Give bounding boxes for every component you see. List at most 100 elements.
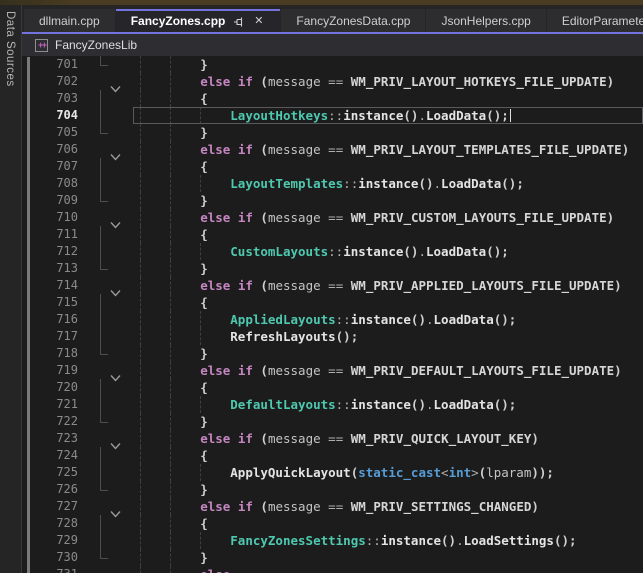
code-text: else if (message == WM_PRIV_LAYOUT_TEMPL…	[133, 141, 643, 158]
code-line[interactable]: 709}	[0, 192, 643, 209]
code-line[interactable]: 725ApplyQuickLayout(static_cast<int>(lpa…	[0, 464, 643, 481]
code-line[interactable]: 710else if (message == WM_PRIV_CUSTOM_LA…	[0, 209, 643, 226]
line-number: 703	[28, 90, 78, 107]
indent-guide	[140, 243, 170, 260]
code-line[interactable]: 723else if (message == WM_PRIV_QUICK_LAY…	[0, 430, 643, 447]
indent-guide	[140, 277, 170, 294]
code-text: else if (message == WM_PRIV_CUSTOM_LAYOU…	[133, 209, 643, 226]
indent-guide	[170, 447, 200, 464]
code-line[interactable]: 701}	[0, 56, 643, 73]
close-icon[interactable]: ✕	[252, 15, 265, 28]
line-number: 727	[28, 498, 78, 515]
indent-guide	[140, 413, 170, 430]
indent-guide	[200, 243, 230, 260]
tab-jsonhelpers-cpp[interactable]: JsonHelpers.cpp	[426, 9, 545, 32]
code-line[interactable]: 714 else if (message == WM_PRIV_APPLIED_L…	[0, 277, 643, 294]
code-text: else if (message == WM_PRIV_APPLIED_LAYO…	[133, 277, 643, 294]
line-number: 702	[28, 73, 78, 90]
indent-guide	[140, 447, 170, 464]
breadcrumb-project[interactable]: FancyZonesLib	[55, 38, 137, 52]
indent-guide	[140, 430, 170, 447]
code-line[interactable]: 711{	[0, 226, 643, 243]
code-line[interactable]: 729FancyZonesSettings::instance().LoadSe…	[0, 532, 643, 549]
code-text: {	[133, 294, 643, 311]
code-line[interactable]: 726}	[0, 481, 643, 498]
code-line[interactable]: 713}	[0, 260, 643, 277]
indent-guide	[170, 294, 200, 311]
pin-icon[interactable]	[232, 15, 245, 28]
code-text: {	[133, 515, 643, 532]
code-line[interactable]: 702else if (message == WM_PRIV_LAYOUT_HO…	[0, 73, 643, 90]
indent-guide	[170, 481, 200, 498]
code-line[interactable]: 717RefreshLayouts();	[0, 328, 643, 345]
indent-guide	[140, 175, 170, 192]
code-editor[interactable]: 701}702else if (message == WM_PRIV_LAYOU…	[0, 56, 643, 573]
outline-guide	[100, 396, 101, 413]
fold-chevron-icon[interactable]	[110, 435, 122, 443]
code-line[interactable]: 703{	[0, 90, 643, 107]
fold-chevron-icon[interactable]	[110, 214, 122, 222]
fold-chevron-icon[interactable]	[110, 146, 122, 154]
indent-guide	[170, 532, 200, 549]
code-line[interactable]: 722}	[0, 413, 643, 430]
indent-guide	[170, 413, 200, 430]
indent-guide	[170, 56, 200, 73]
line-number: 714	[28, 277, 78, 294]
fold-chevron-icon[interactable]	[110, 282, 122, 290]
line-number: 713	[28, 260, 78, 277]
code-line[interactable]: 707{	[0, 158, 643, 175]
tab-dllmain-cpp[interactable]: dllmain.cpp	[24, 9, 115, 32]
tab-editorparamete[interactable]: EditorParamete	[547, 9, 643, 32]
code-line[interactable]: 712CustomLayouts::instance().LoadData();	[0, 243, 643, 260]
tab-fancyzones-cpp[interactable]: FancyZones.cpp✕	[116, 9, 281, 32]
fold-chevron-icon[interactable]	[110, 503, 122, 511]
outline-guide	[100, 549, 108, 559]
code-line[interactable]: 704LayoutHotkeys::instance().LoadData();	[0, 107, 643, 124]
indent-guide	[140, 73, 170, 90]
code-line[interactable]: 708LayoutTemplates::instance().LoadData(…	[0, 175, 643, 192]
code-line[interactable]: 727else if (message == WM_PRIV_SETTINGS_…	[0, 498, 643, 515]
code-text: }	[133, 56, 643, 73]
indent-guide	[140, 209, 170, 226]
code-line[interactable]: 715 {	[0, 294, 643, 311]
tab-label: FancyZonesData.cpp	[296, 11, 410, 32]
indent-guide	[170, 430, 200, 447]
indent-guide	[170, 260, 200, 277]
line-number: 715	[28, 294, 78, 311]
code-line[interactable]: 718}	[0, 345, 643, 362]
line-number: 726	[28, 481, 78, 498]
code-line[interactable]: 716AppliedLayouts::instance().LoadData()…	[0, 311, 643, 328]
line-number: 720	[28, 379, 78, 396]
code-text: {	[133, 226, 643, 243]
indent-guide	[140, 481, 170, 498]
breadcrumb: FancyZonesLib	[22, 34, 643, 56]
code-text: CustomLayouts::instance().LoadData();	[133, 243, 643, 260]
indent-guide	[140, 107, 170, 124]
code-line[interactable]: 728{	[0, 515, 643, 532]
indent-guide	[140, 498, 170, 515]
indent-guide	[140, 532, 170, 549]
fold-chevron-icon[interactable]	[110, 367, 122, 375]
fold-chevron-icon[interactable]	[110, 78, 122, 86]
code-line[interactable]: 731else	[0, 566, 643, 573]
line-number: 731	[28, 566, 78, 573]
code-line[interactable]: 721DefaultLayouts::instance().LoadData()…	[0, 396, 643, 413]
indent-guide	[140, 345, 170, 362]
code-line[interactable]: 720{	[0, 379, 643, 396]
line-number: 707	[28, 158, 78, 175]
code-line[interactable]: 730}	[0, 549, 643, 566]
code-text: LayoutHotkeys::instance().LoadData();	[133, 107, 643, 124]
outline-guide	[100, 192, 108, 202]
code-text: RefreshLayouts();	[133, 328, 643, 345]
ide-window: Data Sources dllmain.cppFancyZones.cpp✕F…	[0, 0, 643, 573]
code-text: }	[133, 345, 643, 362]
code-line[interactable]: 705}	[0, 124, 643, 141]
tab-fancyzonesdata-cpp[interactable]: FancyZonesData.cpp	[281, 9, 425, 32]
indent-guide	[170, 464, 200, 481]
line-number: 719	[28, 362, 78, 379]
indent-guide	[170, 396, 200, 413]
code-line[interactable]: 706else if (message == WM_PRIV_LAYOUT_TE…	[0, 141, 643, 158]
line-number: 716	[28, 311, 78, 328]
code-line[interactable]: 719else if (message == WM_PRIV_DEFAULT_L…	[0, 362, 643, 379]
code-line[interactable]: 724{	[0, 447, 643, 464]
